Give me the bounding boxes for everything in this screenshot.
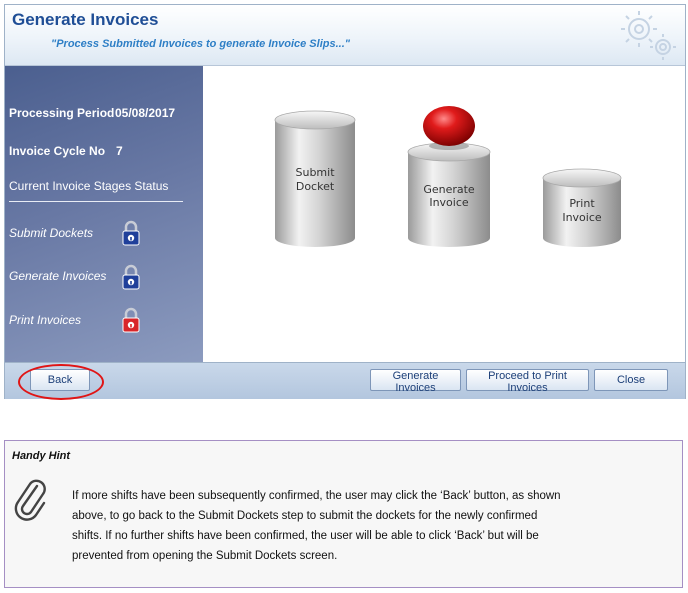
lock-icon (122, 307, 140, 333)
invoice-cycle-label: Invoice Cycle No (9, 144, 106, 158)
hint-line: above, to go back to the Submit Dockets … (72, 510, 538, 522)
hint-line: shifts. If no further shifts have been c… (72, 530, 539, 542)
cylinder-generate-line1: Generate (423, 183, 475, 196)
lock-icon (122, 220, 140, 246)
sidebar-divider (9, 201, 183, 202)
proceed-to-print-invoices-button[interactable]: Proceed to Print Invoices (466, 369, 589, 394)
processing-period-label: Processing Period (9, 106, 115, 120)
generate-invoices-button[interactable]: Generate Invoices (370, 369, 461, 394)
hint-text: If more shifts have been subsequently co… (72, 486, 672, 566)
cylinder-print-line1: Print (569, 197, 595, 210)
cylinder-submit-docket: Submit Docket (274, 110, 356, 247)
stage-generate-invoices: Generate Invoices (9, 269, 107, 283)
hint-title: Handy Hint (12, 450, 71, 462)
stages-status-heading: Current Invoice Stages Status (9, 179, 169, 193)
cylinder-generate-invoice: Generate Invoice (407, 142, 491, 247)
window-subtitle: "Process Submitted Invoices to generate … (51, 38, 350, 50)
window-title: Generate Invoices (12, 10, 159, 29)
invoice-cycle-row: Invoice Cycle No 7 (9, 144, 123, 158)
paperclip-icon (14, 479, 46, 521)
title-bar: Generate Invoices "Process Submitted Inv… (5, 5, 685, 66)
hint-line: prevented from opening the Submit Docket… (72, 550, 338, 562)
gears-icon (621, 11, 676, 60)
stage-print-invoices: Print Invoices (9, 313, 82, 327)
cylinder-print-invoice: Print Invoice (542, 168, 622, 247)
cylinder-generate-line2: Invoice (429, 196, 469, 209)
handy-hint-box: Handy Hint If more shifts have been subs… (4, 440, 683, 588)
cylinder-submit-line2: Docket (296, 180, 335, 193)
invoice-cycle-value: 7 (116, 144, 123, 158)
status-sidebar: Processing Period 05/08/2017 Invoice Cyc… (5, 66, 203, 362)
processing-period-row: Processing Period 05/08/2017 (9, 106, 175, 120)
hint-line: If more shifts have been subsequently co… (72, 490, 561, 502)
stage-submit-dockets: Submit Dockets (9, 226, 94, 240)
back-button[interactable]: Back (30, 369, 90, 391)
cylinder-submit-line1: Submit (295, 166, 335, 179)
generate-invoices-window: Generate Invoices "Process Submitted Inv… (4, 4, 686, 400)
close-button[interactable]: Close (594, 369, 668, 391)
action-bar: Back Generate Invoices Proceed to Print … (5, 362, 685, 400)
cylinder-print-line2: Invoice (562, 211, 602, 224)
processing-period-value: 05/08/2017 (115, 106, 176, 120)
active-stage-indicator-icon (423, 106, 475, 150)
lock-icon (122, 264, 140, 290)
stages-diagram: Submit Docket Generate Invoice Print Inv (203, 66, 685, 362)
